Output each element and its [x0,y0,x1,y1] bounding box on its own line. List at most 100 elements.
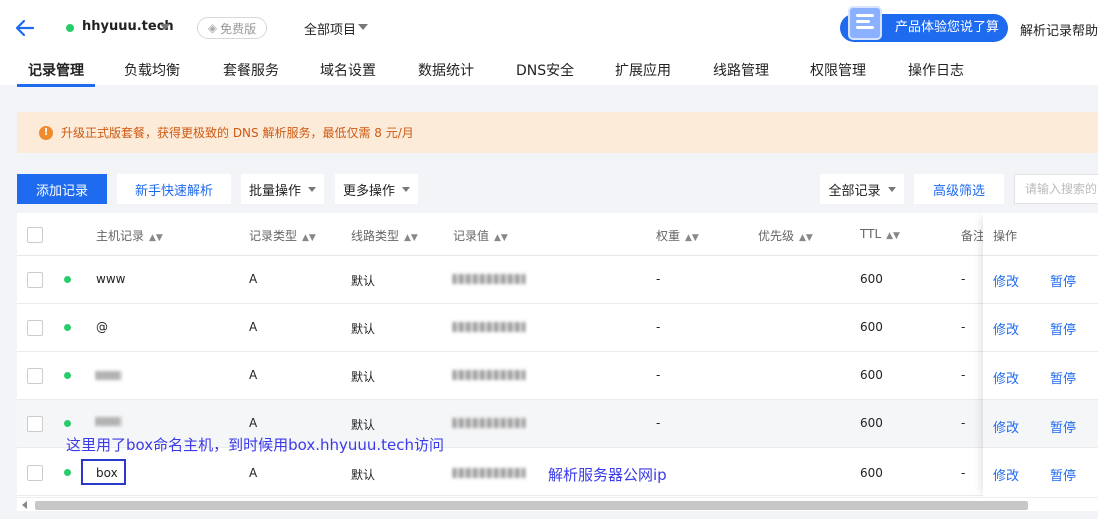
select-all-checkbox[interactable] [27,227,43,243]
project-chevron-down-icon[interactable] [358,24,368,30]
more-operations-dropdown[interactable]: 更多操作 [335,174,418,204]
column-weight[interactable]: 权重 ▲▼ [656,227,699,244]
upgrade-notice-text: 升级正式版套餐，获得更极致的 DNS 解析服务，最低仅需 8 元/月 [61,126,414,140]
quick-setup-button[interactable]: 新手快速解析 [117,174,231,204]
edit-link[interactable]: 修改 [993,271,1019,290]
row-checkbox[interactable] [27,465,43,481]
tab-domain-settings[interactable]: 域名设置 [320,60,376,80]
redacted-record-value [453,418,525,428]
note-cell: - [961,320,966,334]
chevron-down-icon [887,186,896,192]
redacted-record-value [453,468,525,478]
top-bar: hhyuuu.tech ◈ 免费版 全部项目 产品体验您说了算 解析记录帮助指南 [0,0,1098,58]
active-tab-indicator [17,84,95,87]
weight-cell: - [656,368,661,382]
edit-link[interactable]: 修改 [993,368,1019,387]
redacted-host [96,417,121,426]
edit-link[interactable]: 修改 [993,417,1019,436]
tab-operation-log[interactable]: 操作日志 [908,60,964,80]
column-ttl[interactable]: TTL ▲▼ [860,227,900,241]
domain-chevron-down-icon[interactable] [160,24,170,30]
divider [983,351,1098,352]
operations-column: 操作 修改 暂停 修改 暂停 修改 暂停 修改 暂停 修改 暂停 [983,213,1098,497]
column-value[interactable]: 记录值 ▲▼ [453,227,508,244]
add-record-button[interactable]: 添加记录 [17,174,107,204]
line-cell: 默认 [351,468,376,482]
row-checkbox[interactable] [27,416,43,432]
type-cell: A [249,320,258,334]
scrollbar-thumb[interactable] [35,501,1028,510]
redacted-host [96,371,121,380]
domain-status-dot [66,24,74,32]
pause-link[interactable]: 暂停 [1050,271,1076,290]
tab-dns-security[interactable]: DNS安全 [516,60,574,80]
row-checkbox[interactable] [27,320,43,336]
tab-line-management[interactable]: 线路管理 [713,60,769,80]
advanced-filter-button[interactable]: 高级筛选 [914,174,1004,204]
record-status-dot [64,372,71,379]
row-checkbox[interactable] [27,368,43,384]
tab-statistics[interactable]: 数据统计 [418,60,474,80]
weight-cell: - [656,416,661,430]
scroll-left-icon[interactable] [22,501,27,509]
column-note: 备注 [961,229,986,243]
tab-extensions[interactable]: 扩展应用 [615,60,671,80]
back-arrow-icon[interactable] [14,17,36,39]
help-guide-link[interactable]: 解析记录帮助指南 [1020,20,1098,39]
host-cell: @ [96,320,108,334]
chevron-down-icon [308,186,316,192]
horizontal-scrollbar[interactable] [17,497,1098,511]
pause-link[interactable]: 暂停 [1050,465,1076,484]
pause-link[interactable]: 暂停 [1050,319,1076,338]
note-cell: - [961,272,966,286]
ttl-cell: 600 [860,272,883,286]
edit-link[interactable]: 修改 [993,465,1019,484]
redacted-record-value [453,370,525,380]
table-row: @ A 默认 - 600 - [17,304,1098,352]
operations-header: 操作 [983,213,1098,256]
column-host-label: 主机记录 [96,229,145,243]
search-input[interactable]: 请输入搜索的 [1014,174,1098,204]
plan-badge: ◈ 免费版 [197,17,267,39]
record-status-dot [64,420,71,427]
sort-icon: ▲▼ [404,233,418,243]
column-line[interactable]: 线路类型 ▲▼ [351,227,418,244]
project-filter[interactable]: 全部项目 [304,19,356,38]
column-value-label: 记录值 [453,229,490,243]
record-filter-dropdown[interactable]: 全部记录 [820,174,904,204]
ip-annotation: 解析服务器公网ip [548,466,667,484]
column-type-label: 记录类型 [249,229,298,243]
document-icon [848,6,882,40]
sort-icon: ▲▼ [149,233,163,243]
column-type[interactable]: 记录类型 ▲▼ [249,227,316,244]
main-tabs: 记录管理 负载均衡 套餐服务 域名设置 数据统计 DNS安全 扩展应用 线路管理… [0,58,1098,87]
column-weight-label: 权重 [656,229,681,243]
ttl-cell: 600 [860,466,883,480]
more-operations-label: 更多操作 [342,183,395,199]
tab-load-balancing[interactable]: 负载均衡 [124,60,180,80]
sort-icon: ▲▼ [494,233,508,243]
note-cell: - [961,368,966,382]
edit-link[interactable]: 修改 [993,319,1019,338]
note-cell: - [961,466,966,480]
column-ttl-label: TTL [860,227,882,241]
line-cell: 默认 [351,370,376,384]
column-priority[interactable]: 优先级 ▲▼ [758,227,813,244]
type-cell: A [249,466,258,480]
type-cell: A [249,272,258,286]
tab-plan-service[interactable]: 套餐服务 [223,60,279,80]
record-status-dot [64,469,71,476]
row-checkbox[interactable] [27,272,43,288]
column-host[interactable]: 主机记录 ▲▼ [96,227,163,244]
redacted-record-value [453,322,525,332]
record-status-dot [64,276,71,283]
ttl-cell: 600 [860,416,883,430]
tab-record-management[interactable]: 记录管理 [28,60,84,80]
pause-link[interactable]: 暂停 [1050,417,1076,436]
weight-cell: - [656,320,661,334]
tab-permissions[interactable]: 权限管理 [810,60,866,80]
pause-link[interactable]: 暂停 [1050,368,1076,387]
batch-operations-dropdown[interactable]: 批量操作 [241,174,324,204]
ttl-cell: 600 [860,320,883,334]
column-operations: 操作 [993,229,1018,243]
